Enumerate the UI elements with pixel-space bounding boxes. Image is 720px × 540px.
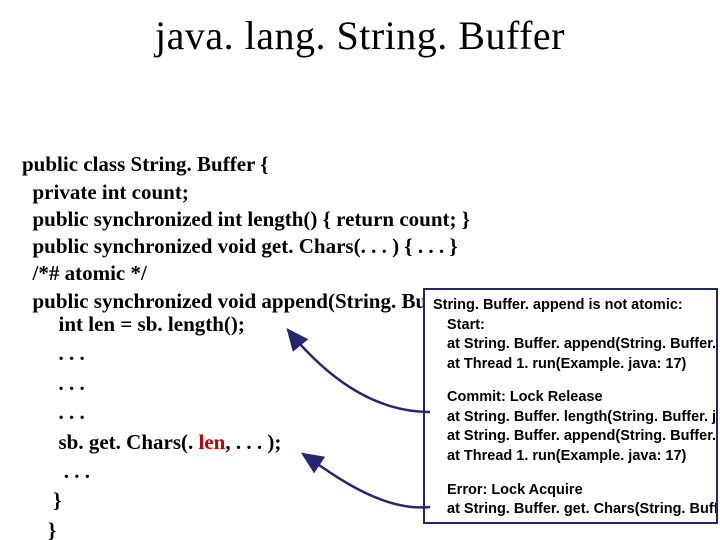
inner-line-1: int len = sb. length(); [48, 312, 245, 336]
trace-line-10: at String. Buffer. get. Chars(String. Bu… [433, 500, 712, 520]
trace-gap-2 [433, 467, 712, 481]
trace-line-8: at Thread 1. run(Example. java: 17) [433, 447, 712, 467]
trace-callout-box: String. Buffer. append is not atomic: St… [423, 288, 718, 524]
code-method-body: int len = sb. length(); . . . . . . . . … [48, 310, 281, 540]
inner-line-5c: , . . . ); [225, 430, 281, 454]
inner-line-8: } [48, 518, 56, 540]
trace-line-6: at String. Buffer. length(String. Buffer… [433, 408, 712, 428]
inner-line-7: } [48, 488, 62, 512]
inner-line-6: . . . [48, 459, 90, 483]
slide-title: java. lang. String. Buffer [0, 12, 720, 59]
code-line-4: public synchronized void get. Chars(. . … [22, 234, 458, 258]
trace-line-2: Start: [433, 316, 712, 336]
trace-line-1: String. Buffer. append is not atomic: [433, 296, 712, 316]
trace-line-7: at String. Buffer. append(String. Buffer… [433, 427, 712, 447]
inner-line-5a: sb. get. Chars(. [48, 430, 199, 454]
inner-line-3: . . . [48, 371, 85, 395]
inner-line-2: . . . [48, 341, 85, 365]
code-class-decl: public class String. Buffer { private in… [22, 124, 500, 315]
trace-line-9: Error: Lock Acquire [433, 481, 712, 501]
arrow-to-length [288, 330, 430, 412]
trace-line-4: at Thread 1. run(Example. java: 17) [433, 355, 712, 375]
trace-line-3: at String. Buffer. append(String. Buffer… [433, 335, 712, 355]
inner-line-4: . . . [48, 400, 85, 424]
code-line-5: /*# atomic */ [22, 261, 147, 285]
trace-gap-1 [433, 374, 712, 388]
inner-line-5-highlight: len [199, 430, 226, 454]
code-line-1: public class String. Buffer { [22, 152, 269, 176]
trace-line-5: Commit: Lock Release [433, 388, 712, 408]
code-line-2: private int count; [22, 180, 189, 204]
arrow-to-getchars [303, 454, 430, 507]
code-line-3: public synchronized int length() { retur… [22, 207, 470, 231]
